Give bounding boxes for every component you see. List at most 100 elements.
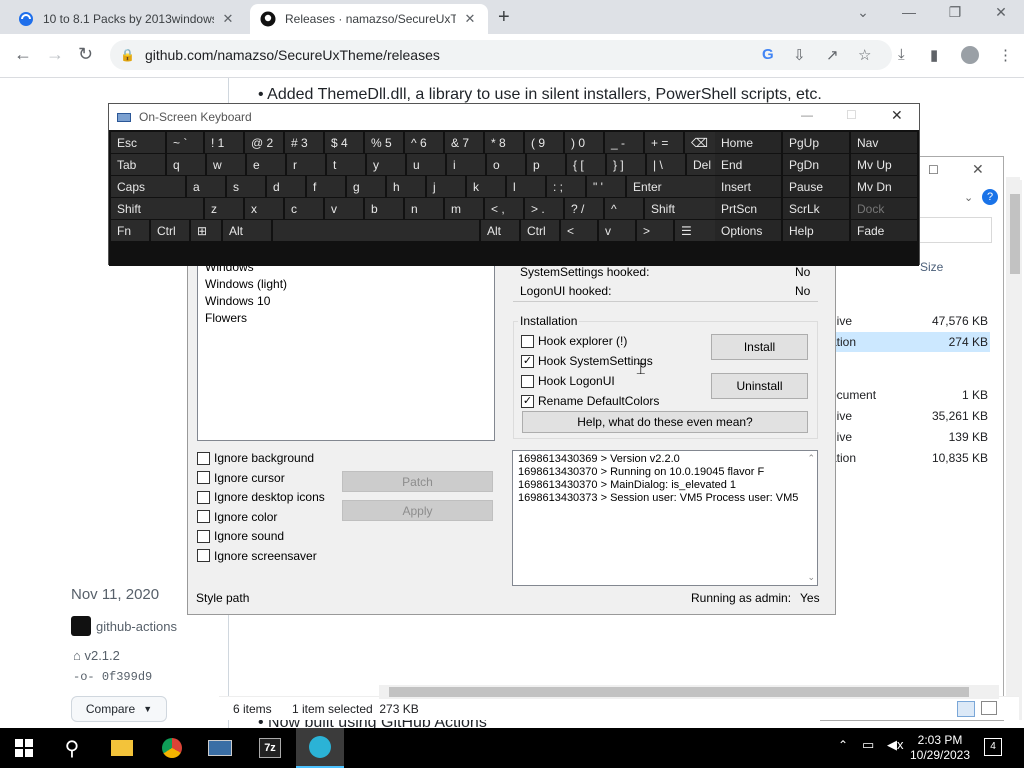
horizontal-scrollbar[interactable] xyxy=(379,685,999,699)
osk-key[interactable]: r xyxy=(287,154,325,175)
minimize-button[interactable]: — xyxy=(898,4,920,20)
osk-key[interactable]: * 8 xyxy=(485,132,523,153)
release-author[interactable]: github-actions xyxy=(71,616,177,636)
close-window-button[interactable]: ✕ xyxy=(990,4,1012,21)
osk-key[interactable]: b xyxy=(365,198,403,219)
checkbox-box[interactable]: ✓ xyxy=(521,394,534,408)
scroll-up-icon[interactable]: ⌃ xyxy=(807,453,815,464)
osk-key[interactable]: Fn xyxy=(111,220,149,241)
osk-key[interactable]: ~ ` xyxy=(167,132,203,153)
new-tab-button[interactable]: + xyxy=(498,6,510,29)
file-row[interactable]: hive 47,576 KB xyxy=(820,311,990,331)
osk-key[interactable]: Home xyxy=(715,132,781,153)
file-explorer-taskbar-icon[interactable] xyxy=(98,728,146,768)
hook-checkbox[interactable]: Hook explorer (!) xyxy=(521,334,627,348)
close-tab-icon[interactable]: ✕ xyxy=(220,11,236,27)
osk-key[interactable]: Tab xyxy=(111,154,165,175)
osk-key[interactable]: Options xyxy=(715,220,781,241)
file-row[interactable]: hive 35,261 KB xyxy=(820,406,990,426)
show-hidden-icons[interactable]: ⌃ xyxy=(838,738,848,752)
details-view-icon[interactable] xyxy=(957,701,975,717)
patch-button[interactable]: Patch xyxy=(342,471,493,492)
checkbox-box[interactable] xyxy=(197,490,210,504)
osk-key[interactable]: x xyxy=(245,198,283,219)
osk-key[interactable]: > xyxy=(637,220,673,241)
osk-key[interactable]: Insert xyxy=(715,176,781,197)
google-icon[interactable]: G xyxy=(762,46,774,63)
osk-key[interactable]: ⊞ xyxy=(191,220,221,241)
hook-checkbox[interactable]: Hook LogonUI xyxy=(521,374,615,388)
help-icon[interactable]: ? xyxy=(982,189,998,205)
ignore-checkbox[interactable]: Ignore desktop icons xyxy=(197,490,325,504)
osk-key[interactable]: j xyxy=(427,176,465,197)
file-row[interactable]: ocument 1 KB xyxy=(820,385,990,405)
osk-key[interactable]: Fade xyxy=(851,220,917,241)
ignore-checkbox[interactable]: Ignore screensaver xyxy=(197,549,317,563)
osk-key[interactable]: ! 1 xyxy=(205,132,243,153)
osk-key[interactable]: Dock xyxy=(851,198,917,219)
checkbox-box[interactable] xyxy=(521,374,534,388)
osk-key[interactable]: i xyxy=(447,154,485,175)
file-row[interactable]: ation 274 KB xyxy=(820,332,990,352)
theme-list-item[interactable]: Windows (light) xyxy=(205,277,287,291)
osk-key[interactable]: n xyxy=(405,198,443,219)
osk-key[interactable]: m xyxy=(445,198,483,219)
osk-key[interactable]: + = xyxy=(645,132,683,153)
osk-key[interactable]: Mv Dn xyxy=(851,176,917,197)
osk-key[interactable]: q xyxy=(167,154,205,175)
checkbox-box[interactable] xyxy=(197,529,210,543)
maximize-button[interactable]: ☐ xyxy=(846,108,857,122)
osk-key[interactable]: PrtScn xyxy=(715,198,781,219)
osk-key[interactable]: c xyxy=(285,198,323,219)
log-textbox[interactable]: 1698613430369 > Version v2.2.0 1698613430… xyxy=(512,450,818,586)
osk-key[interactable]: Mv Up xyxy=(851,154,917,175)
install-button[interactable]: Install xyxy=(711,334,808,360)
secureuxtheme-taskbar-icon[interactable] xyxy=(296,728,344,768)
osk-key[interactable]: Enter xyxy=(627,176,725,197)
osk-key[interactable]: " ' xyxy=(587,176,625,197)
osk-key[interactable]: ( 9 xyxy=(525,132,563,153)
notification-center-icon[interactable]: 4 xyxy=(984,738,1002,756)
7zip-taskbar-icon[interactable]: 7z xyxy=(246,728,294,768)
osk-key[interactable]: v xyxy=(325,198,363,219)
osk-key[interactable]: % 5 xyxy=(365,132,403,153)
osk-key[interactable]: { [ xyxy=(567,154,605,175)
osk-key[interactable]: o xyxy=(487,154,525,175)
osk-key[interactable]: Ctrl xyxy=(151,220,189,241)
osk-key[interactable]: k xyxy=(467,176,505,197)
clock[interactable]: 2:03 PM 10/29/2023 xyxy=(908,733,972,763)
osk-key[interactable]: > . xyxy=(525,198,563,219)
osk-key[interactable]: ? / xyxy=(565,198,603,219)
osk-key[interactable]: ) 0 xyxy=(565,132,603,153)
osk-key[interactable]: $ 4 xyxy=(325,132,363,153)
osk-key[interactable]: Esc xyxy=(111,132,165,153)
osk-key[interactable]: Alt xyxy=(481,220,519,241)
osk-key[interactable]: t xyxy=(327,154,365,175)
close-window-button[interactable]: ✕ xyxy=(891,107,903,124)
osk-key[interactable]: u xyxy=(407,154,445,175)
osk-key[interactable]: < , xyxy=(485,198,523,219)
osk-key[interactable]: @ 2 xyxy=(245,132,283,153)
volume-icon[interactable]: ◀x xyxy=(887,737,904,753)
tag-link[interactable]: ⌂ v2.1.2 xyxy=(73,648,120,663)
menu-kebab-icon[interactable]: ⋮ xyxy=(998,46,1013,64)
file-row[interactable]: hive 139 KB xyxy=(820,427,990,447)
vertical-scrollbar[interactable] xyxy=(1008,180,1022,720)
compare-button[interactable]: Compare ▼ xyxy=(71,696,167,722)
osk-key[interactable]: v xyxy=(599,220,635,241)
osk-key[interactable]: g xyxy=(347,176,385,197)
app-taskbar-icon[interactable] xyxy=(196,728,244,768)
author-name[interactable]: github-actions xyxy=(96,619,177,634)
osk-key[interactable]: ☰ xyxy=(675,220,715,241)
url-bar[interactable]: 🔒 github.com/namazso/SecureUxTheme/relea… xyxy=(110,40,892,70)
checkbox-box[interactable] xyxy=(521,334,534,348)
start-button[interactable] xyxy=(0,728,48,768)
scrollbar-thumb[interactable] xyxy=(389,687,969,697)
osk-key[interactable]: PgUp xyxy=(783,132,849,153)
close-tab-icon[interactable]: ✕ xyxy=(462,11,478,27)
browser-tab-releases[interactable]: Releases · namazso/SecureUxThem ✕ xyxy=(250,4,488,34)
ignore-checkbox[interactable]: Ignore cursor xyxy=(197,471,285,485)
scroll-down-icon[interactable]: ⌄ xyxy=(807,572,815,583)
back-icon[interactable]: ← xyxy=(14,44,32,65)
close-window-button[interactable]: ✕ xyxy=(972,161,984,178)
